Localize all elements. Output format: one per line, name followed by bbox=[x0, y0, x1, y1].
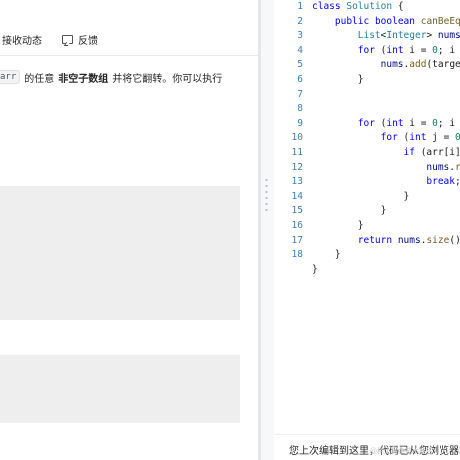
statement-text-before: 的任意 bbox=[24, 73, 55, 85]
line-number: 1 bbox=[297, 1, 303, 12]
line-number-gutter: 1 2 3 4 5 6 7 8 9 10 11 12 13 14 15 16 17 18 bbox=[274, 0, 304, 270]
code-line: nums.remove(j); bbox=[426, 161, 460, 173]
drag-handle-icon bbox=[265, 177, 268, 213]
code-line: List<Integer> nums = new ArrayList<>(); bbox=[357, 30, 460, 42]
code-line: if (arr[i] == nums.get(j)) { bbox=[403, 146, 460, 158]
code-line: } bbox=[312, 263, 318, 275]
line-number: 14 bbox=[291, 190, 303, 202]
toolbar-divider bbox=[0, 55, 258, 56]
line-number: 13 bbox=[291, 176, 303, 188]
example-block-2 bbox=[0, 355, 240, 423]
watermark: @稀土掘金技术社区 bbox=[370, 447, 433, 455]
code-line: } bbox=[312, 249, 341, 261]
line-number: 12 bbox=[291, 161, 303, 173]
line-number: 18 bbox=[291, 249, 303, 261]
line-number: 7 bbox=[297, 88, 303, 100]
line-number: 9 bbox=[297, 117, 303, 129]
code-line: nums.add(target[i]); bbox=[380, 59, 460, 71]
code-line: return nums.size() == 0; bbox=[357, 234, 460, 246]
line-number: 4 bbox=[297, 44, 303, 56]
code-line: } bbox=[312, 73, 364, 85]
line-number: 17 bbox=[291, 234, 303, 246]
code-content[interactable]: class Solution { public boolean canBeEqu… bbox=[312, 0, 460, 277]
subscribe-updates-label: 接收动态 bbox=[2, 35, 42, 47]
code-line: } bbox=[312, 219, 364, 231]
line-number: 6 bbox=[297, 73, 303, 85]
code-editor[interactable]: 1 2 3 4 5 6 7 8 9 10 11 12 13 14 15 16 17 18 class Soluti… bbox=[274, 0, 460, 460]
line-number: 10 bbox=[291, 132, 303, 144]
code-line: } bbox=[312, 205, 387, 217]
line-number: 11 bbox=[291, 146, 303, 158]
line-number: 2 bbox=[297, 15, 303, 27]
code-line: public boolean canBeEqual(int[] target, … bbox=[334, 15, 460, 27]
problem-statement: arr 的任意 非空子数组 并将它翻转。你可以执行 bbox=[0, 68, 258, 86]
code-line: } bbox=[312, 190, 410, 202]
line-number: 3 bbox=[297, 30, 303, 42]
line-number: 15 bbox=[291, 205, 303, 217]
line-number: 5 bbox=[297, 59, 303, 71]
code-line: class Solution { bbox=[312, 1, 404, 12]
panel-resize-handle[interactable] bbox=[261, 0, 274, 460]
line-number: 8 bbox=[297, 103, 303, 115]
feedback-icon bbox=[62, 34, 73, 44]
subscribe-updates-button[interactable]: 接收动态 bbox=[2, 32, 42, 47]
problem-description-panel: 接收动态 反馈 arr 的任意 非空子数组 并将它翻转。你可以执行 bbox=[0, 0, 258, 460]
example-block-1 bbox=[0, 186, 240, 320]
problem-toolbar: 接收动态 反馈 bbox=[0, 28, 258, 50]
inline-code-arr: arr bbox=[0, 70, 21, 84]
statement-emphasis: 非空子数组 bbox=[58, 73, 109, 85]
statement-text-after: 并将它翻转。你可以执行 bbox=[112, 73, 223, 85]
code-line: break; bbox=[426, 176, 460, 188]
feedback-button[interactable]: 反馈 bbox=[62, 32, 98, 47]
code-line: for (int i = 0; i < arr.length; i++) { bbox=[357, 117, 456, 129]
code-line: for (int i = 0; i < target.length; i++) … bbox=[357, 44, 456, 56]
feedback-label: 反馈 bbox=[78, 35, 98, 47]
code-line: for (int j = 0; j < nums.size(); j++) { bbox=[380, 132, 460, 144]
line-number: 16 bbox=[291, 219, 303, 231]
